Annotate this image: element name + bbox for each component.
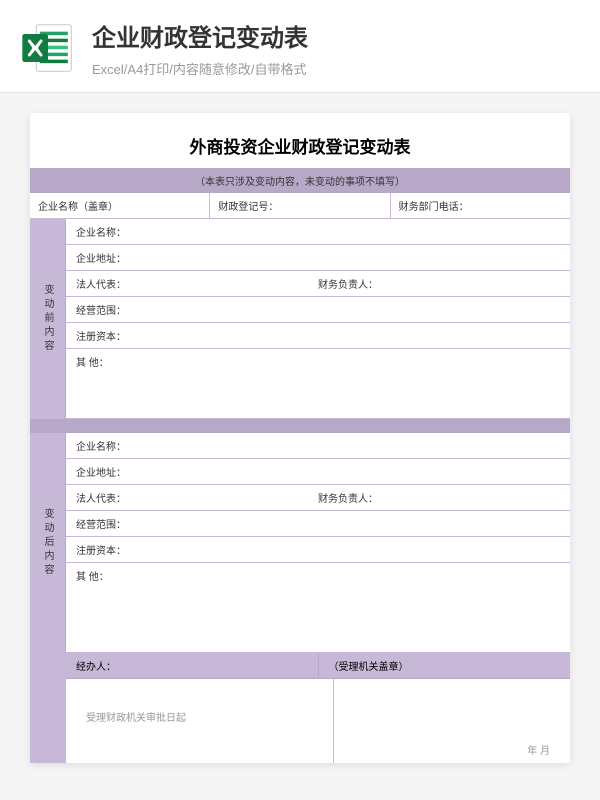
after-address: 企业地址： — [66, 459, 570, 485]
before-name: 企业名称： — [66, 219, 570, 245]
footer-handler: 经办人： — [66, 653, 319, 679]
info-row: 企业名称（盖章） 财政登记号： 财务部门电话： — [30, 193, 570, 219]
page-title: 企业财政登记变动表 — [92, 18, 308, 53]
after-capital: 注册资本： — [66, 537, 570, 563]
after-finance-head: 财务负责人： — [318, 490, 560, 505]
before-address: 企业地址： — [66, 245, 570, 271]
footer-left-spacer — [30, 653, 66, 763]
after-scope: 经营范围： — [66, 511, 570, 537]
after-other: 其 他： — [66, 563, 570, 653]
form-note: （本表只涉及变动内容，未变动的事项不填写） — [30, 168, 570, 193]
before-scope: 经营范围： — [66, 297, 570, 323]
after-legal-rep: 法人代表： — [76, 490, 318, 505]
after-legal-rep-row: 法人代表： 财务负责人： — [66, 485, 570, 511]
section-after: 变动后内容 企业名称： 企业地址： 法人代表： 财务负责人： 经营范围： 注册资… — [30, 433, 570, 653]
section-divider — [30, 419, 570, 433]
before-finance-head: 财务负责人： — [318, 276, 560, 291]
footer-section: 经办人： （受理机关盖章） 受理财政机关审批日起 年 月 — [30, 653, 570, 763]
footer-date: 年 月 — [527, 742, 550, 757]
footer-stamp: （受理机关盖章） — [319, 653, 571, 679]
before-capital: 注册资本： — [66, 323, 570, 349]
form-sheet: 外商投资企业财政登记变动表 （本表只涉及变动内容，未变动的事项不填写） 企业名称… — [30, 113, 570, 763]
form-title: 外商投资企业财政登记变动表 — [30, 127, 570, 168]
section-before-label: 变动前内容 — [30, 219, 66, 419]
page-header: 企业财政登记变动表 Excel/A4打印/内容随意修改/自带格式 — [0, 0, 600, 93]
before-legal-rep: 法人代表： — [76, 276, 318, 291]
preview-container: 外商投资企业财政登记变动表 （本表只涉及变动内容，未变动的事项不填写） 企业名称… — [0, 93, 600, 783]
info-company-name: 企业名称（盖章） — [30, 193, 210, 218]
before-other: 其 他： — [66, 349, 570, 419]
info-phone: 财务部门电话： — [391, 193, 570, 218]
excel-icon — [20, 20, 76, 76]
after-name: 企业名称： — [66, 433, 570, 459]
info-reg-no: 财政登记号： — [210, 193, 390, 218]
page-subtitle: Excel/A4打印/内容随意修改/自带格式 — [92, 59, 308, 78]
footer-date-area: 年 月 — [334, 679, 571, 763]
before-legal-rep-row: 法人代表： 财务负责人： — [66, 271, 570, 297]
footer-approval: 受理财政机关审批日起 — [66, 679, 334, 763]
section-before: 变动前内容 企业名称： 企业地址： 法人代表： 财务负责人： 经营范围： 注册资… — [30, 219, 570, 419]
section-after-label: 变动后内容 — [30, 433, 66, 653]
